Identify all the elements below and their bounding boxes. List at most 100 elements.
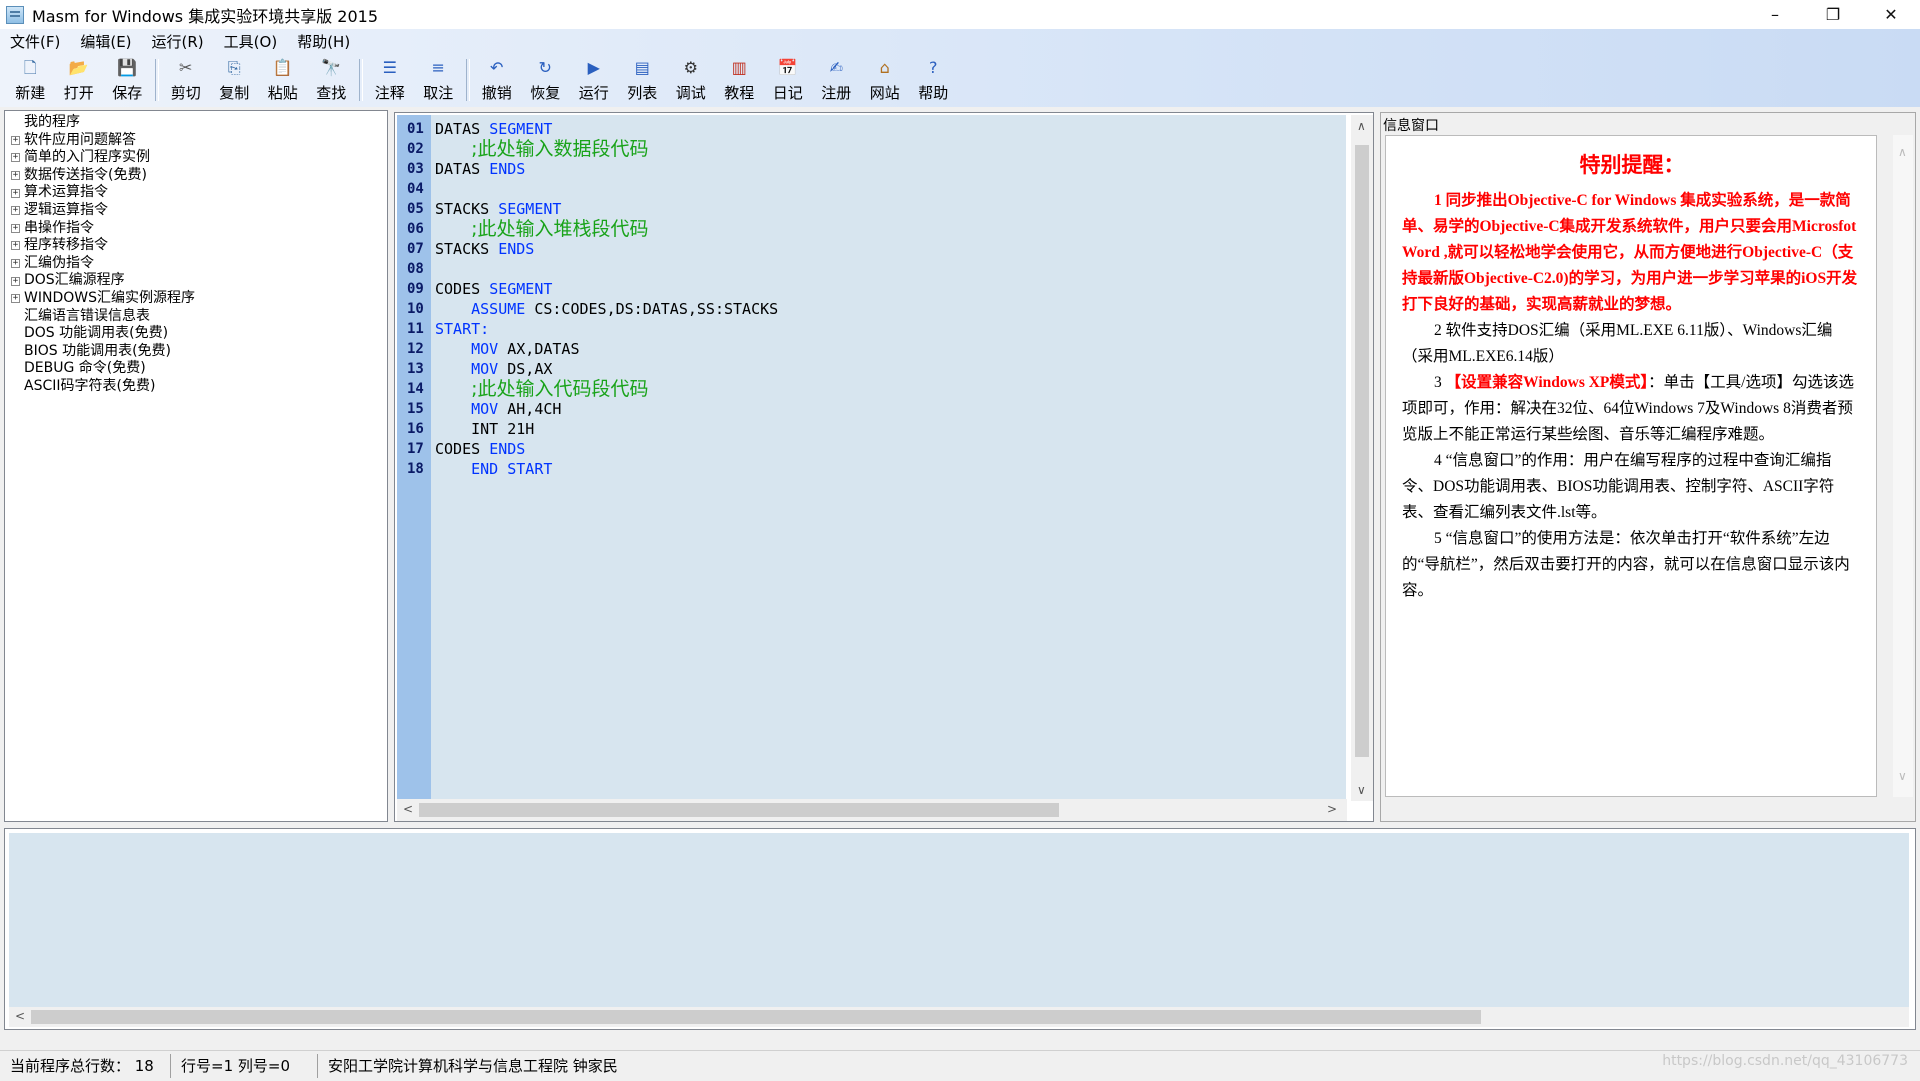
code-line[interactable]: ASSUME CS:CODES,DS:DATAS,SS:STACKS [435,299,778,319]
minimize-button[interactable]: – [1746,0,1804,29]
tree-item[interactable]: + 算术运算指令 [11,184,387,202]
info-scroll-up-icon[interactable]: ∧ [1898,145,1907,159]
close-button[interactable]: ✕ [1862,0,1920,29]
expand-icon[interactable]: + [11,276,20,286]
code-token: DATAS [435,120,490,138]
toolbar-button[interactable]: ⚙ 调试 [667,53,716,103]
menu-file[interactable]: 文件(F) [0,31,70,52]
tree-item[interactable]: + 数据传送指令(免费) [11,167,387,185]
expand-icon[interactable]: + [11,223,20,233]
toolbar-button[interactable]: ☰ 注释 [366,53,415,103]
code-token: ;此处输入堆栈段代码 [471,218,649,240]
expand-icon[interactable]: + [11,206,20,216]
code-line[interactable]: START: [435,319,489,339]
editor-vertical-scroll-thumb[interactable] [1355,145,1369,757]
toolbar-button[interactable]: ⌂ 网站 [861,53,910,103]
expand-icon[interactable]: + [11,135,20,145]
toolbar-button[interactable]: ▶ 运行 [570,53,619,103]
tree-item[interactable]: ASCII码字符表(免费) [11,378,387,396]
tree-item[interactable]: + DOS汇编源程序 [11,272,387,290]
toolbar-button[interactable]: ✂ 剪切 [162,53,211,103]
output-horizontal-scrollbar[interactable]: < [9,1007,1909,1027]
toolbar-button[interactable]: ? 帮助 [909,53,958,103]
expand-icon[interactable]: + [11,259,20,269]
code-token: DS,AX [498,360,553,378]
editor-horizontal-scrollbar[interactable]: < > [397,799,1347,821]
code-line[interactable]: CODES SEGMENT [435,279,552,299]
tree-item[interactable]: 我的程序 [11,114,387,132]
scroll-down-icon[interactable]: ∨ [1357,783,1366,797]
tree-item[interactable]: + 软件应用问题解答 [11,132,387,150]
tree-item[interactable]: + WINDOWS汇编实例源程序 [11,290,387,308]
toolbar-button[interactable]: 💾 保存 [103,53,152,103]
expand-icon[interactable]: + [11,294,20,304]
editor-vertical-scrollbar[interactable]: ∧ ∨ [1351,115,1373,801]
info-vertical-scrollbar[interactable]: ∧ ∨ [1893,135,1913,797]
toolbar-button[interactable]: ▤ 列表 [618,53,667,103]
output-area[interactable] [9,833,1909,1013]
toolbar-button[interactable]: ▥ 教程 [715,53,764,103]
toolbar-button[interactable]: ✍ 注册 [812,53,861,103]
toolbar-button[interactable]: ↶ 撤销 [473,53,522,103]
menu-run[interactable]: 运行(R) [142,31,214,52]
tree-item-label: 我的程序 [24,114,80,130]
code-line[interactable]: ;此处输入数据段代码 [435,139,648,159]
toolbar-button[interactable]: ⎘ 复制 [210,53,259,103]
info-content[interactable]: 特别提醒： 1 同步推出Objective-C for Windows 集成实验… [1385,135,1877,797]
toolbar-button[interactable]: 📂 打开 [55,53,104,103]
toolbar-button-label: 复制 [219,84,250,102]
line-number: 15 [407,401,424,417]
scroll-up-icon[interactable]: ∧ [1357,119,1366,133]
expand-icon[interactable]: + [11,153,20,163]
toolbar-button[interactable]: 📋 粘贴 [259,53,308,103]
code-line[interactable]: MOV AX,DATAS [435,339,579,359]
toolbar-button-label: 保存 [112,84,143,102]
menu-tools[interactable]: 工具(O) [214,31,288,52]
menu-edit[interactable]: 编辑(E) [70,31,141,52]
tree-item[interactable]: + 汇编伪指令 [11,255,387,273]
tree-item[interactable]: + 串操作指令 [11,220,387,238]
tree-item[interactable]: 汇编语言错误信息表 [11,308,387,326]
tree-item[interactable]: DEBUG 命令(免费) [11,360,387,378]
tree-item-label: WINDOWS汇编实例源程序 [24,289,195,306]
output-scroll-thumb[interactable] [31,1010,1481,1024]
tree-item[interactable]: BIOS 功能调用表(免费) [11,343,387,361]
toolbar-button[interactable]: 🔭 查找 [307,53,356,103]
code-area[interactable]: DATAS SEGMENT ;此处输入数据段代码 DATAS ENDS STACKS… [431,115,1346,801]
code-line[interactable]: DATAS SEGMENT [435,119,552,139]
code-line[interactable]: ;此处输入堆栈段代码 [435,218,649,240]
restore-button[interactable]: ❐ [1804,0,1862,29]
expand-icon[interactable]: + [11,171,20,181]
code-line[interactable]: STACKS SEGMENT [435,199,561,219]
code-line[interactable]: END START [435,459,552,479]
toolbar-button[interactable]: 📅 日记 [764,53,813,103]
code-line[interactable]: STACKS ENDS [435,239,534,259]
toolbar-button[interactable]: ≡ 取注 [414,53,463,103]
scroll-left-icon[interactable]: < [403,802,413,816]
tree-item[interactable]: + 简单的入门程序实例 [11,149,387,167]
code-line[interactable]: ;此处输入代码段代码 [435,379,648,399]
menu-help[interactable]: 帮助(H) [287,31,360,52]
code-line[interactable]: CODES ENDS [435,439,525,459]
toolbar-button[interactable]: 🗋 新建 [6,53,55,103]
output-scroll-left-icon[interactable]: < [15,1009,25,1023]
tree-item-label: 程序转移指令 [24,237,108,254]
editor-horizontal-scroll-thumb[interactable] [419,803,1059,817]
tree-item[interactable]: + 程序转移指令 [11,237,387,255]
code-token: ASSUME [471,300,526,318]
scroll-right-icon[interactable]: > [1327,802,1337,816]
info-scroll-down-icon[interactable]: ∨ [1898,769,1907,783]
expand-icon[interactable]: + [11,188,20,198]
tree-item[interactable]: + 逻辑运算指令 [11,202,387,220]
tree-item[interactable]: DOS 功能调用表(免费) [11,325,387,343]
code-line[interactable]: MOV DS,AX [435,359,552,379]
toolbar-button[interactable]: ↻ 恢复 [521,53,570,103]
tree-item-label: 串操作指令 [24,219,94,236]
expand-icon[interactable]: + [11,241,20,251]
code-line[interactable]: DATAS ENDS [435,159,525,179]
code-token: CODES [435,440,490,458]
code-line[interactable]: INT 21H [435,419,534,439]
code-editor[interactable]: 01 02 03 04 05 06 07 08 09 10 11 12 13 14 15 16 17 18 DAT… [394,112,1374,822]
tree-item-label: 简单的入门程序实例 [24,149,150,166]
code-line[interactable]: MOV AH,4CH [435,399,561,419]
